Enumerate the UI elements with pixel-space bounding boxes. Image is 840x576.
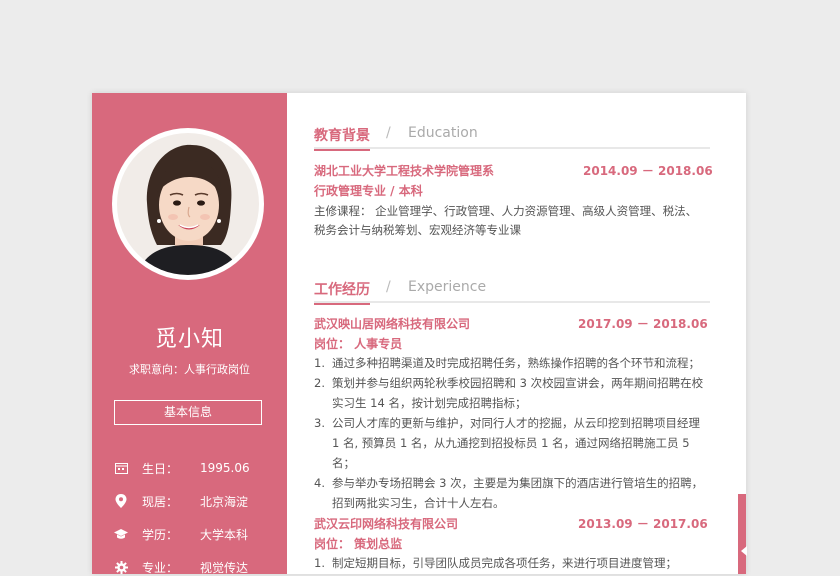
gear-icon [114, 560, 128, 574]
job-position: 岗位： 人事专员 [314, 337, 403, 351]
section-title-cn: 教育背景 [314, 125, 370, 151]
list-item: 3. 公司人才库的更新与维护，对同行人才的挖掘，从云印挖到招聘项目经理 1 名,… [314, 416, 700, 470]
info-label: 专业： [142, 560, 179, 575]
job-period: 2013.09 － 2017.06 [578, 517, 708, 531]
page-tab-decoration[interactable] [738, 494, 746, 574]
company-name: 武汉云印网络科技有限公司 [314, 517, 459, 531]
experience-section-title: 工作经历 / Experience [314, 279, 710, 305]
calendar-icon [114, 461, 128, 475]
education-section-title: 教育背景 / Education [314, 125, 710, 151]
location-icon [114, 494, 128, 508]
info-value: 1995.06 [200, 461, 250, 475]
job-objective: 求职意向：人事行政岗位 [129, 363, 250, 376]
profile-photo [117, 133, 259, 275]
info-row-major: 专业： 视觉传达 [114, 558, 248, 576]
job-duties-list: 1. 通过多种招聘渠道及时完成招聘任务，熟练操作招聘的各个环节和流程； 2. 策… [314, 353, 710, 513]
profile-name: 觅小知 [154, 327, 224, 352]
education-period: 2014.09 － 2018.06 [583, 164, 713, 178]
basic-info-button[interactable]: 基本信息 [114, 400, 262, 425]
section-title-cn: 工作经历 [314, 279, 370, 305]
job-duties-list: 1. 制定短期目标，引导团队成员完成各项任务，来进行项目进度管理； [314, 553, 710, 573]
job-position: 岗位： 策划总监 [314, 537, 403, 551]
company-name: 武汉映山居网络科技有限公司 [314, 317, 471, 331]
section-title-en: Experience [408, 279, 487, 295]
section-separator: / [386, 125, 391, 141]
courses-line: 主修课程： 企业管理学、行政管理、人力资源管理、高级人资管理、税法、 [314, 204, 698, 218]
courses-line: 税务会计与纳税筹划、宏观经济等专业课 [314, 223, 521, 237]
section-separator: / [386, 279, 391, 295]
info-value: 北京海淀 [200, 494, 249, 509]
section-title-en: Education [408, 125, 478, 141]
info-row-residence: 现居： 北京海淀 [114, 492, 248, 510]
arrow-left-icon [741, 546, 747, 556]
job-period: 2017.09 － 2018.06 [578, 317, 708, 331]
list-item: 4. 参与举办专场招聘会 3 次，主要是为集团旗下的酒店进行管培生的招聘， 招到… [314, 476, 704, 510]
list-item: 1. 通过多种招聘渠道及时完成招聘任务，熟练操作招聘的各个环节和流程； [314, 356, 700, 370]
info-label: 生日： [142, 461, 179, 476]
list-item: 1. 制定短期目标，引导团队成员完成各项任务，来进行项目进度管理； [314, 556, 677, 570]
school-name: 湖北工业大学工程技术学院管理系 [314, 164, 495, 178]
avatar [112, 128, 264, 280]
info-value: 大学本科 [200, 527, 249, 542]
info-row-birthday: 生日： 1995.06 [114, 459, 250, 477]
info-value: 视觉传达 [200, 560, 249, 575]
info-label: 学历： [142, 527, 179, 542]
education-major: 行政管理专业 / 本科 [314, 184, 423, 198]
profile-sidebar: 觅小知 求职意向：人事行政岗位 基本信息 生日： 1995.06 现居： 北京海… [92, 93, 287, 576]
graduation-cap-icon [114, 527, 128, 541]
info-row-education: 学历： 大学本科 [114, 525, 248, 543]
list-item: 2. 策划并参与组织两轮秋季校园招聘和 3 次校园宣讲会，两年期间招聘在校 实习… [314, 376, 704, 410]
info-label: 现居： [142, 494, 179, 509]
